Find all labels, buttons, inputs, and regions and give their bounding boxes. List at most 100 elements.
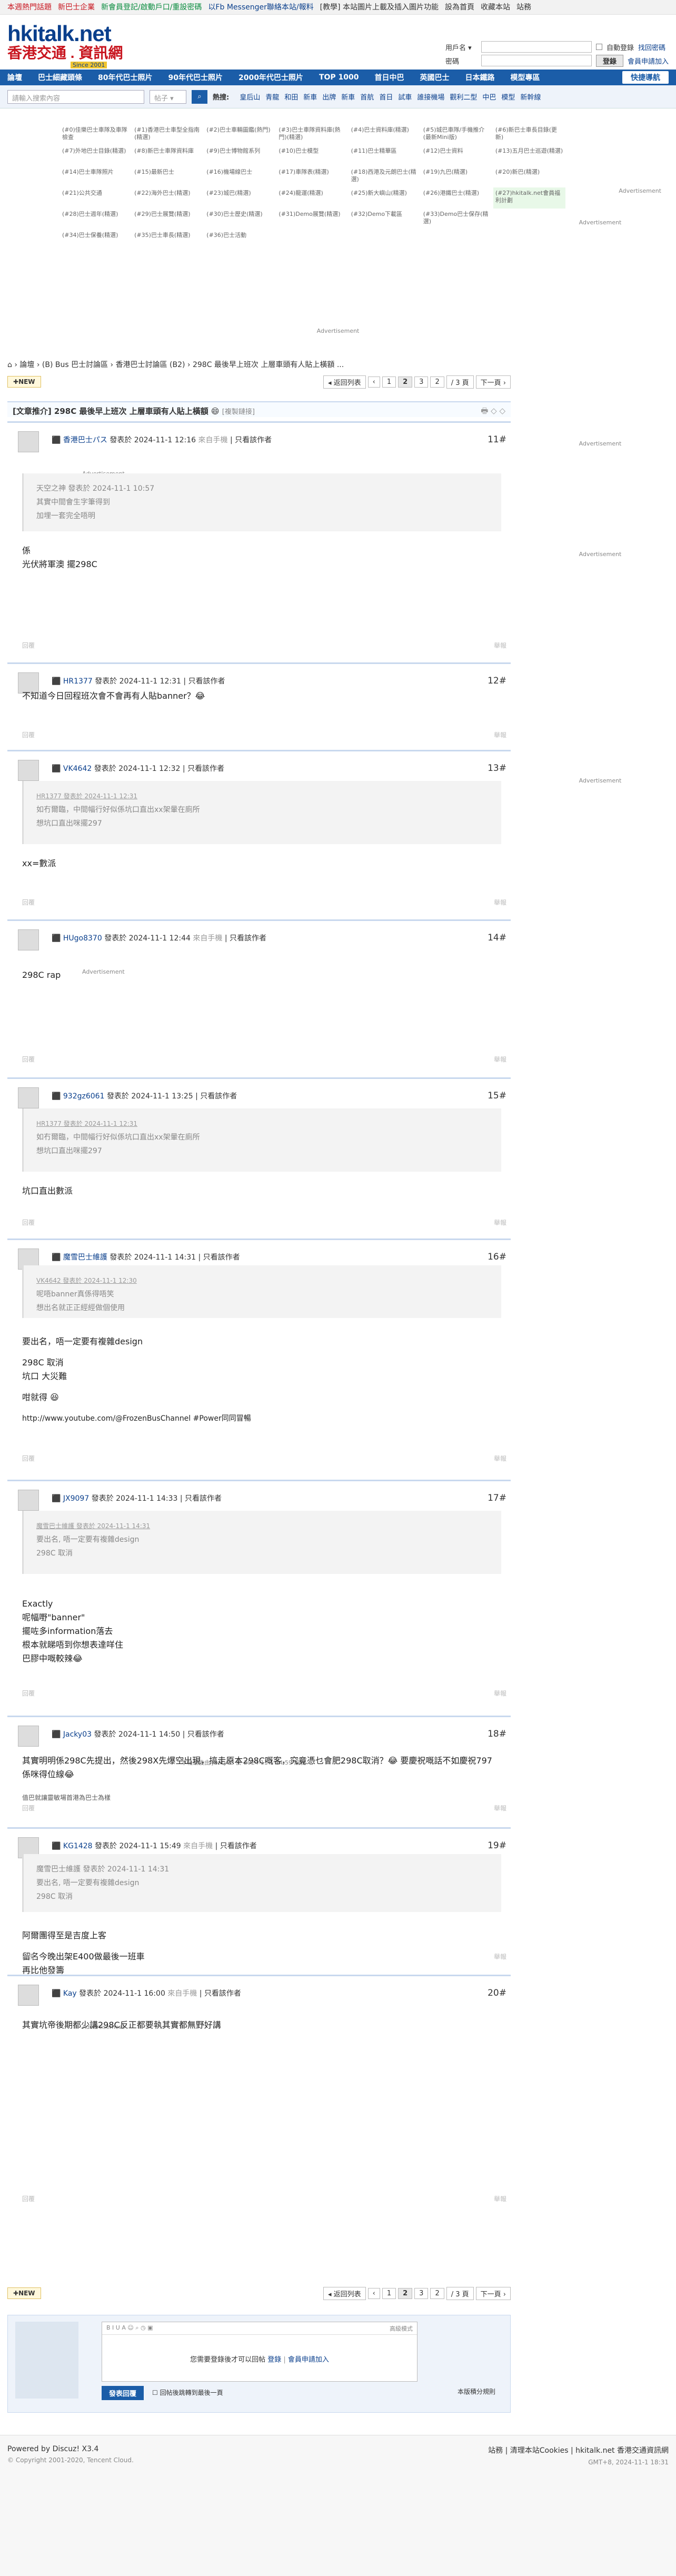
username-link[interactable]: 香港巴士パス [63,436,107,444]
user-avatar[interactable] [18,1490,39,1511]
user-avatar[interactable] [18,1726,39,1747]
username-link[interactable]: JX9097 [63,1494,89,1503]
username-link[interactable]: HUgo8370 [63,934,102,943]
top-link-5[interactable]: 設為首頁 [445,3,474,12]
footer-links[interactable]: 站務 | 清理本站Cookies | hkitalk.net 香港交通資訊網 [488,2446,669,2455]
floor-number[interactable]: 18# [488,1729,506,1739]
floor-number[interactable]: 20# [488,1988,506,1998]
ad-link-23[interactable]: (#23)城巴(精選) [204,187,276,209]
ad-link-9[interactable]: (#9)巴士博物館系列 [204,145,276,166]
post-line[interactable]: http://www.youtube.com/@FrozenBusChannel… [22,1412,496,1425]
ad-link-19[interactable]: (#19)九巴(精選) [421,166,493,187]
back-to-list-button[interactable]: ◂ 返回列表 [323,375,366,389]
hot-word-0[interactable]: 皇后山 [240,94,260,102]
floor-number[interactable]: 11# [488,434,506,445]
ad-link-24[interactable]: (#24)龍運(精選) [276,187,349,209]
ad-link-22[interactable]: (#22)海外巴士(精選) [132,187,204,209]
advanced-mode-link[interactable]: 高級模式 [390,2324,413,2332]
top-link-0[interactable]: 本週熱門話題 [7,3,52,12]
login-button[interactable]: 登錄 [595,54,623,67]
ad-link-27[interactable]: (#27)hkitalk.net會員福利計劃 [493,187,565,209]
username-link[interactable]: VK4642 [63,765,92,773]
top-link-6[interactable]: 收藏本站 [481,3,510,12]
hot-word-2[interactable]: 和田 [284,94,298,102]
hot-word-10[interactable]: 觀利二型 [450,94,477,102]
search-type-select[interactable]: 帖子 ▾ [150,90,186,104]
back-to-list-button[interactable]: ◂ 返回列表 [323,2286,366,2300]
ad-link-5[interactable]: (#5)城巴車隊/手機推介(最新Mini版) [421,124,493,145]
nav-item-7[interactable]: 英國巴士 [420,72,450,83]
only-author-link[interactable]: 只看該作者 [235,436,272,444]
hot-word-3[interactable]: 新車 [303,94,317,102]
floor-number[interactable]: 13# [488,763,506,774]
reply-link[interactable]: 回覆 [22,1804,35,1812]
report-link[interactable]: 舉報 [494,1804,506,1812]
hot-word-12[interactable]: 模型 [501,94,515,102]
username-link[interactable]: Jacky03 [63,1730,92,1739]
password-input[interactable] [481,55,592,66]
username-link[interactable]: KG1428 [63,1842,93,1850]
floor-number[interactable]: 12# [488,676,506,686]
ad-link-13[interactable]: (#13)五月巴士巡遊(精選) [493,145,565,166]
editor-toolbar[interactable]: B I U A ☺ ⌕ ◷ ▣ [106,2324,153,2332]
nav-item-0[interactable]: 論壇 [7,72,22,83]
report-link[interactable]: 舉報 [494,730,506,739]
reply-link[interactable]: 回覆 [22,1055,35,1064]
report-link[interactable]: 舉報 [494,1055,506,1064]
username-input[interactable] [481,41,592,53]
ad-link-16[interactable]: (#16)機場線巴士 [204,166,276,187]
top-link-1[interactable]: 新巴士企業 [58,3,95,12]
submit-reply-button[interactable]: 發表回覆 [102,2386,144,2400]
hot-word-7[interactable]: 首日 [379,94,393,102]
nav-item-2[interactable]: 80年代巴士照片 [98,72,152,83]
ad-link-21[interactable]: (#21)公共交通 [60,187,132,209]
ad-link-7[interactable]: (#7)外地巴士目錄(精選) [60,145,132,166]
new-post-button-bottom[interactable]: ✚ NEW [7,2287,41,2299]
only-author-link[interactable]: 只看該作者 [230,934,266,943]
quote-author[interactable]: HR1377 發表於 2024-11-1 12:31 [36,789,489,803]
ad-link-35[interactable]: (#34)巴士保養(精選) [60,230,132,251]
page-3[interactable]: 3 [414,376,429,388]
page-3[interactable]: 3 [414,2287,429,2299]
top-link-4[interactable]: [教學] 本站圖片上載及插入圖片功能 [320,3,439,12]
page-1[interactable]: 1 [382,2287,396,2299]
next-page-button[interactable]: 下一頁 › [475,375,511,389]
hot-word-4[interactable]: 出牌 [322,94,336,102]
ad-link-17[interactable]: (#17)車隊表(精選) [276,166,349,187]
ad-link-29[interactable]: (#29)巴士展覽(精選) [132,209,204,230]
jump-last-page-checkbox[interactable]: ☐ 回帖後跳轉到最後一頁 [152,2388,223,2397]
forgot-password-link[interactable]: 找回密碼 [638,42,665,52]
user-avatar[interactable] [18,431,39,452]
ad-link-4[interactable]: (#4)巴士資料庫(精選) [349,124,421,145]
ad-link-32[interactable]: (#32)Demo下載區 [349,209,421,230]
ad-link-0[interactable]: (#0)佳樂巴士車隊及車隊檢查 [60,124,132,145]
only-author-link[interactable]: 只看該作者 [188,677,225,686]
ad-link-14[interactable]: (#14)巴士車隊照片 [60,166,132,187]
user-avatar[interactable] [18,1087,39,1108]
nav-item-6[interactable]: 首日中巴 [375,72,404,83]
hot-word-6[interactable]: 首航 [360,94,374,102]
ad-link-12[interactable]: (#12)巴士資料 [421,145,493,166]
page-prev[interactable]: ‹ [367,2287,380,2299]
auto-login-checkbox[interactable] [595,44,602,50]
floor-number[interactable]: 17# [488,1493,506,1503]
copy-link[interactable]: [複製鏈接] [222,408,255,416]
reply-link[interactable]: 回覆 [22,1218,35,1227]
floor-number[interactable]: 14# [488,933,506,943]
hot-word-8[interactable]: 試車 [398,94,412,102]
reply-editor[interactable]: B I U A ☺ ⌕ ◷ ▣ 高級模式 您需要登錄後才可以回帖 登錄 | 會員… [102,2322,417,2382]
ad-link-30[interactable]: (#30)巴士歷史(精選) [204,209,276,230]
nav-item-4[interactable]: 2000年代巴士照片 [238,72,303,83]
report-link[interactable]: 舉報 [494,1454,506,1463]
ad-link-11[interactable]: (#11)巴士精華區 [349,145,421,166]
ad-link-37[interactable]: (#36)巴士活動 [204,230,276,251]
hot-word-13[interactable]: 新幹線 [520,94,541,102]
floor-number[interactable]: 19# [488,1840,506,1851]
nav-item-9[interactable]: 模型專區 [511,72,540,83]
username-link[interactable]: 魔雪巴士維護 [63,1253,107,1262]
nav-item-1[interactable]: 巴士細藏頭條 [38,72,82,83]
user-avatar[interactable] [18,760,39,781]
only-author-link[interactable]: 只看該作者 [203,1253,240,1262]
ad-link-20[interactable]: (#20)新巴(精選) [493,166,565,187]
user-avatar[interactable] [18,929,39,950]
